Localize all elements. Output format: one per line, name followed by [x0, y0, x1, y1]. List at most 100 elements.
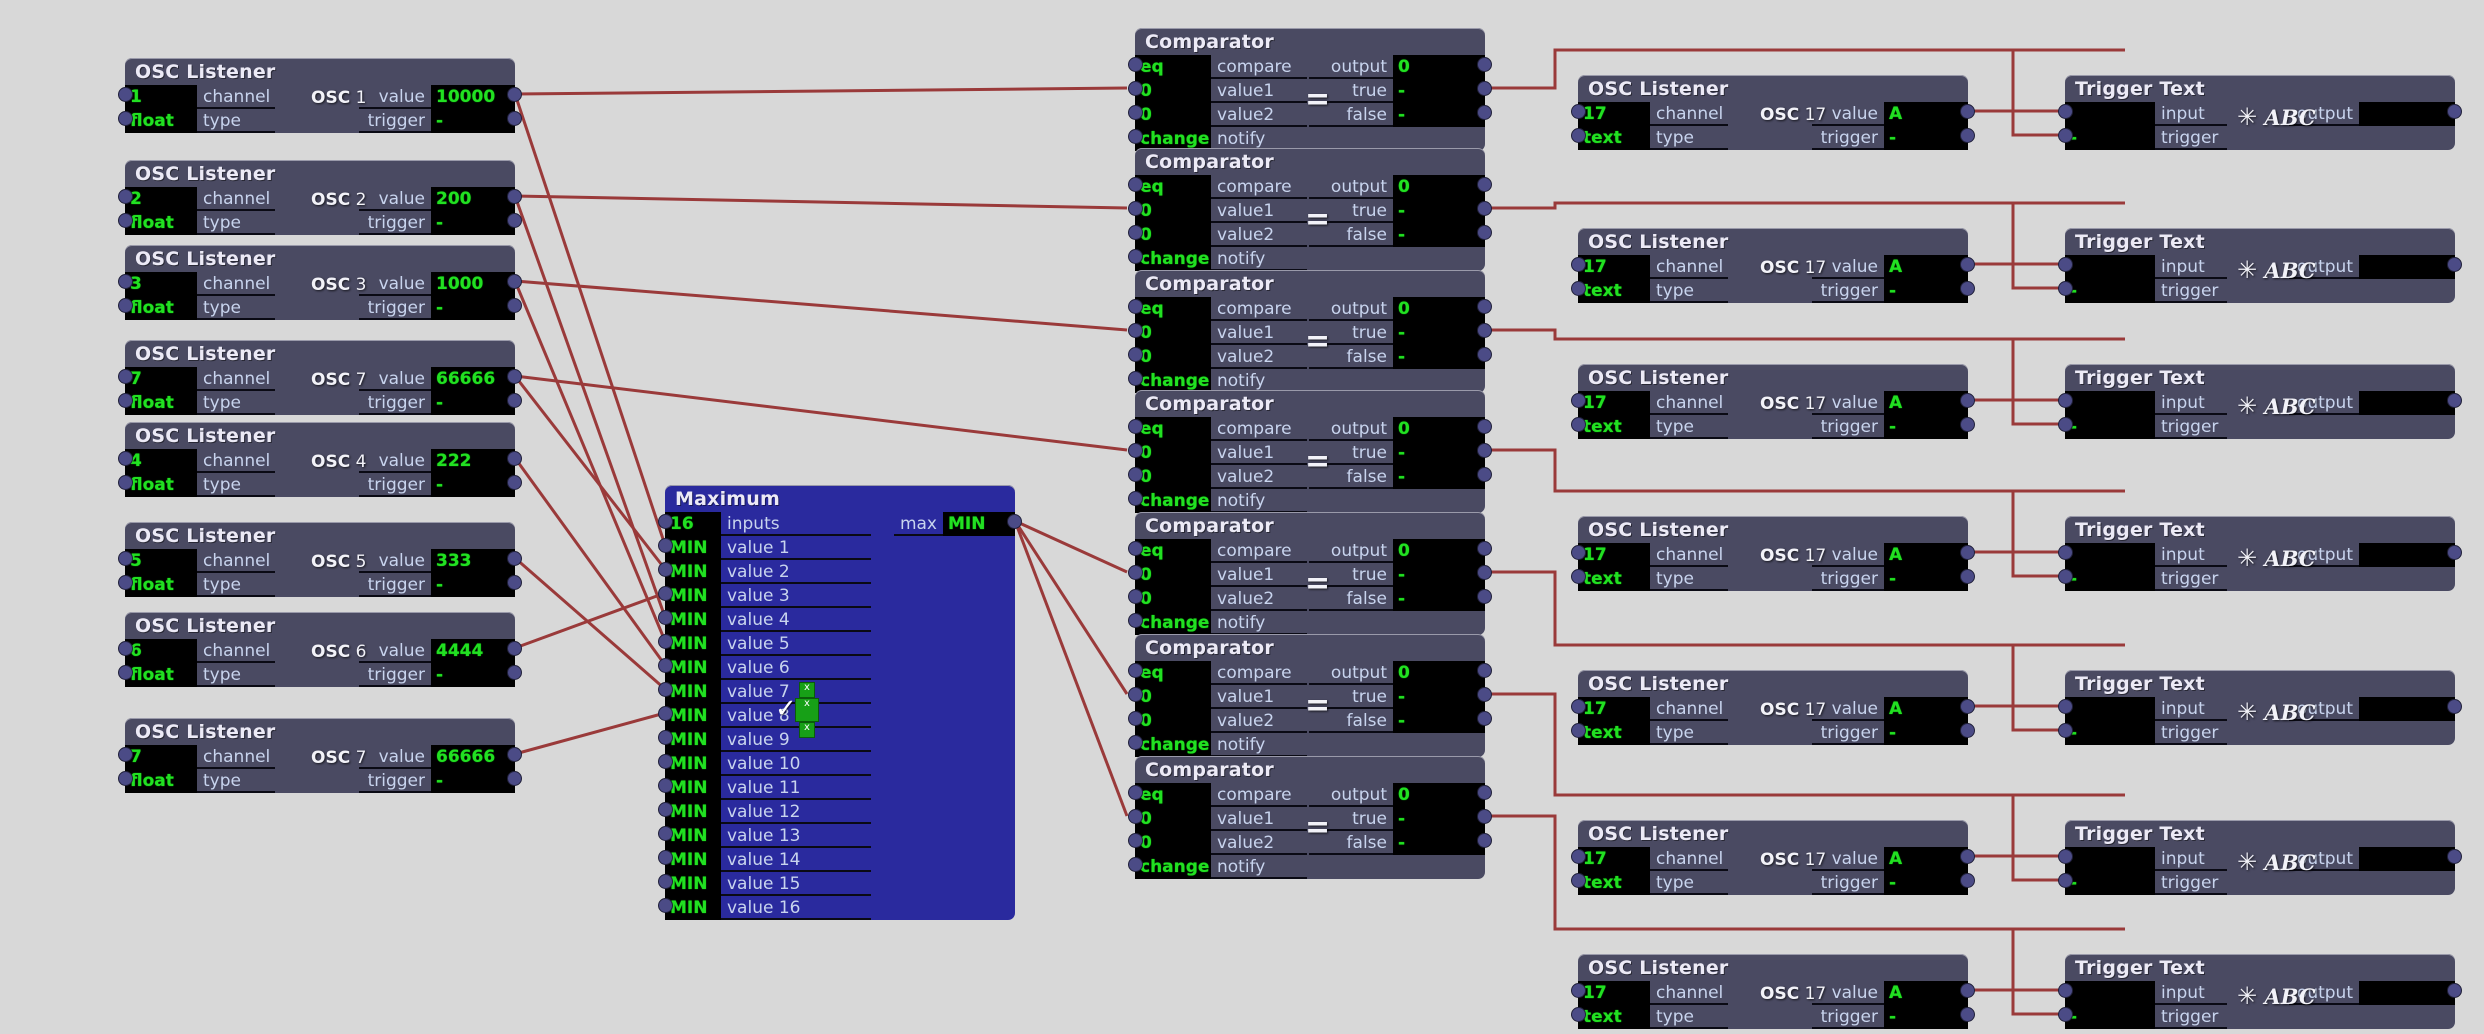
- trigger-input-port[interactable]: [2059, 724, 2072, 737]
- channel-input-port[interactable]: [119, 642, 132, 655]
- trigger-field[interactable]: -: [1884, 567, 1968, 591]
- channel-field[interactable]: 17: [1578, 847, 1650, 871]
- value-output-port[interactable]: [508, 642, 521, 655]
- osc-listener-out-0[interactable]: OSC Listener 17 channel value Atext type trigg…: [1572, 75, 1974, 150]
- value-input-port-5[interactable]: [659, 635, 672, 648]
- value1-field[interactable]: 0: [1135, 79, 1211, 103]
- true-field[interactable]: -: [1393, 199, 1485, 223]
- trigger-field[interactable]: -: [431, 573, 515, 597]
- osc-listener-src-2[interactable]: OSC Listener 3 channel value 1000 float type tr…: [119, 245, 521, 320]
- value-output-port[interactable]: [508, 275, 521, 288]
- type-input-port[interactable]: [119, 576, 132, 589]
- trigger-output-port[interactable]: [1961, 129, 1974, 142]
- trigger-text-5[interactable]: Trigger Text input output - trigger ✳ ABC: [2059, 820, 2461, 895]
- value1-field[interactable]: 0: [1135, 321, 1211, 345]
- true-field[interactable]: -: [1393, 441, 1485, 465]
- value-field[interactable]: MIN: [665, 800, 721, 824]
- value-field[interactable]: MIN: [665, 656, 721, 680]
- false-field[interactable]: -: [1393, 831, 1485, 855]
- trigger-field[interactable]: -: [431, 769, 515, 793]
- false-output-port[interactable]: [1478, 468, 1491, 481]
- type-input-port[interactable]: [1572, 418, 1585, 431]
- output-output-port[interactable]: [2448, 258, 2461, 271]
- output-output-port[interactable]: [1478, 420, 1491, 433]
- channel-input-port[interactable]: [1572, 700, 1585, 713]
- value-field[interactable]: MIN: [665, 560, 721, 584]
- trigger-output-port[interactable]: [508, 476, 521, 489]
- channel-field[interactable]: 17: [1578, 102, 1650, 126]
- value1-field[interactable]: 0: [1135, 685, 1211, 709]
- true-field[interactable]: -: [1393, 685, 1485, 709]
- true-output-port[interactable]: [1478, 82, 1491, 95]
- trigger-output-port[interactable]: [508, 299, 521, 312]
- trigger-field[interactable]: -: [2065, 415, 2155, 439]
- type-input-port[interactable]: [1572, 724, 1585, 737]
- trigger-field[interactable]: -: [2065, 721, 2155, 745]
- output-output-port[interactable]: [1478, 664, 1491, 677]
- output-field[interactable]: 0: [1393, 539, 1485, 563]
- value-output-port[interactable]: [1961, 546, 1974, 559]
- comparator-2[interactable]: Comparator eq compare output 0 0 value1 true -0 v…: [1129, 270, 1491, 393]
- trigger-output-port[interactable]: [1961, 418, 1974, 431]
- value2-input-port[interactable]: [1129, 106, 1142, 119]
- value2-field[interactable]: 0: [1135, 103, 1211, 127]
- type-field[interactable]: text: [1578, 1005, 1650, 1029]
- value2-input-port[interactable]: [1129, 226, 1142, 239]
- true-output-port[interactable]: [1478, 324, 1491, 337]
- value1-input-port[interactable]: [1129, 688, 1142, 701]
- notify-input-port[interactable]: [1129, 614, 1142, 627]
- osc-listener-out-6[interactable]: OSC Listener 17 channel value Atext type trigg…: [1572, 954, 1974, 1029]
- input-field[interactable]: [2065, 981, 2155, 1005]
- value-field[interactable]: MIN: [665, 776, 721, 800]
- true-output-port[interactable]: [1478, 810, 1491, 823]
- trigger-field[interactable]: -: [1884, 126, 1968, 150]
- comparator-6[interactable]: Comparator eq compare output 0 0 value1 true -0 v…: [1129, 756, 1491, 879]
- false-output-port[interactable]: [1478, 226, 1491, 239]
- value-field[interactable]: 66666: [431, 367, 515, 391]
- type-field[interactable]: float: [125, 473, 197, 497]
- inputs-count-port[interactable]: [659, 515, 672, 528]
- channel-field[interactable]: 5: [125, 549, 197, 573]
- type-input-port[interactable]: [1572, 282, 1585, 295]
- trigger-text-3[interactable]: Trigger Text input output - trigger ✳ ABC: [2059, 516, 2461, 591]
- inputs-count-field[interactable]: 16: [665, 512, 721, 536]
- comparator-4[interactable]: Comparator eq compare output 0 0 value1 true -0 v…: [1129, 512, 1491, 635]
- output-output-port[interactable]: [2448, 850, 2461, 863]
- value-output-port[interactable]: [508, 552, 521, 565]
- notify-input-port[interactable]: [1129, 736, 1142, 749]
- trigger-field[interactable]: -: [2065, 279, 2155, 303]
- trigger-input-port[interactable]: [2059, 282, 2072, 295]
- channel-input-port[interactable]: [119, 370, 132, 383]
- channel-field[interactable]: 7: [125, 745, 197, 769]
- type-field[interactable]: text: [1578, 721, 1650, 745]
- trigger-output-port[interactable]: [1961, 874, 1974, 887]
- true-output-port[interactable]: [1478, 566, 1491, 579]
- value-input-port-8[interactable]: [659, 707, 672, 720]
- channel-input-port[interactable]: [1572, 258, 1585, 271]
- value-field[interactable]: MIN: [665, 704, 721, 728]
- value2-field[interactable]: 0: [1135, 345, 1211, 369]
- trigger-field[interactable]: -: [431, 663, 515, 687]
- value-field[interactable]: 1000: [431, 272, 515, 296]
- value1-input-port[interactable]: [1129, 566, 1142, 579]
- osc-listener-out-3[interactable]: OSC Listener 17 channel value Atext type trigg…: [1572, 516, 1974, 591]
- value-field[interactable]: 200: [431, 187, 515, 211]
- trigger-input-port[interactable]: [2059, 418, 2072, 431]
- input-input-port[interactable]: [2059, 258, 2072, 271]
- value-field[interactable]: 333: [431, 549, 515, 573]
- value-output-port[interactable]: [1961, 394, 1974, 407]
- osc-listener-out-4[interactable]: OSC Listener 17 channel value Atext type trigg…: [1572, 670, 1974, 745]
- output-field[interactable]: 0: [1393, 783, 1485, 807]
- value2-input-port[interactable]: [1129, 834, 1142, 847]
- node-graph-canvas[interactable]: OSC Listener 1 channel value 10000 float type t…: [0, 0, 2484, 1034]
- value-output-port[interactable]: [1961, 105, 1974, 118]
- value-field[interactable]: MIN: [665, 872, 721, 896]
- output-output-port[interactable]: [2448, 105, 2461, 118]
- type-field[interactable]: float: [125, 573, 197, 597]
- type-field[interactable]: float: [125, 109, 197, 133]
- output-field[interactable]: [2359, 255, 2455, 279]
- trigger-field[interactable]: -: [2065, 567, 2155, 591]
- false-output-port[interactable]: [1478, 834, 1491, 847]
- trigger-output-port[interactable]: [508, 394, 521, 407]
- value1-field[interactable]: 0: [1135, 563, 1211, 587]
